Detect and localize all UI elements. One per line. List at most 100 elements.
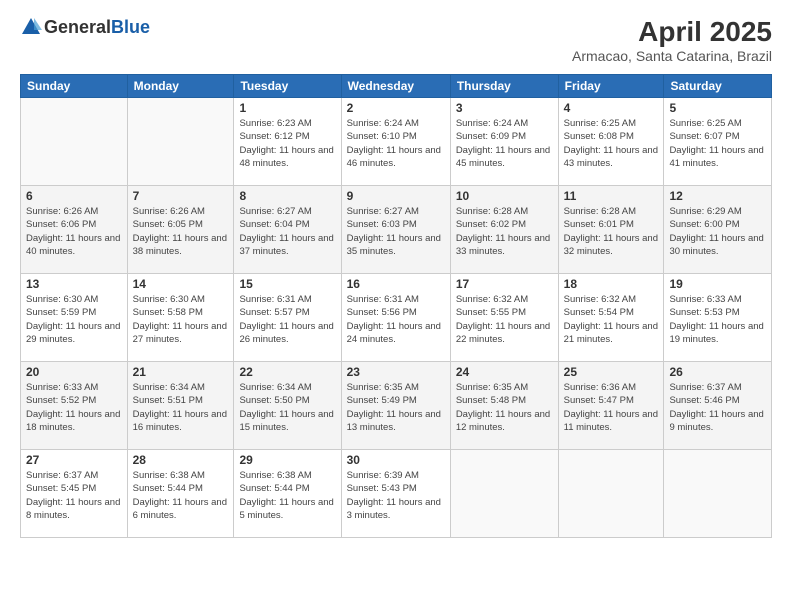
table-row: 15 Sunrise: 6:31 AM Sunset: 5:57 PM Dayli…	[234, 274, 341, 362]
day-info: Sunrise: 6:27 AM Sunset: 6:03 PM Dayligh…	[347, 205, 445, 258]
table-row	[127, 98, 234, 186]
col-saturday: Saturday	[664, 75, 772, 98]
table-row	[450, 450, 558, 538]
calendar-header-row: Sunday Monday Tuesday Wednesday Thursday…	[21, 75, 772, 98]
table-row: 12 Sunrise: 6:29 AM Sunset: 6:00 PM Dayli…	[664, 186, 772, 274]
table-row: 23Sunrise: 6:35 AM Sunset: 5:49 PM Dayli…	[341, 362, 450, 450]
table-row: 4Sunrise: 6:25 AM Sunset: 6:08 PM Daylig…	[558, 98, 664, 186]
day-number: 26	[669, 365, 766, 379]
day-number: 5	[669, 101, 766, 115]
logo-general: General	[44, 17, 111, 38]
table-row: 28 Sunrise: 6:38 AM Sunset: 5:44 PM Dayli…	[127, 450, 234, 538]
day-info: Sunrise: 6:38 AM Sunset: 5:44 PM Dayligh…	[239, 469, 335, 522]
day-info: Sunrise: 6:33 AM Sunset: 5:53 PM Dayligh…	[669, 293, 766, 346]
day-number: 30	[347, 453, 445, 467]
calendar-week-row: 13 Sunrise: 6:30 AM Sunset: 5:59 PM Dayli…	[21, 274, 772, 362]
header: GeneralBlue April 2025 Armacao, Santa Ca…	[20, 16, 772, 64]
calendar-week-row: 6 Sunrise: 6:26 AM Sunset: 6:06 PM Daylig…	[21, 186, 772, 274]
day-number: 7	[133, 189, 229, 203]
day-info: Sunrise: 6:28 AM Sunset: 6:02 PM Dayligh…	[456, 205, 553, 258]
calendar-week-row: 27 Sunrise: 6:37 AM Sunset: 5:45 PM Dayli…	[21, 450, 772, 538]
location: Armacao, Santa Catarina, Brazil	[572, 48, 772, 64]
day-info: Sunrise: 6:34 AM Sunset: 5:50 PM Dayligh…	[239, 381, 335, 434]
day-info: Sunrise: 6:31 AM Sunset: 5:56 PM Dayligh…	[347, 293, 445, 346]
day-number: 12	[669, 189, 766, 203]
col-friday: Friday	[558, 75, 664, 98]
day-number: 24	[456, 365, 553, 379]
col-wednesday: Wednesday	[341, 75, 450, 98]
day-info: Sunrise: 6:34 AM Sunset: 5:51 PM Dayligh…	[133, 381, 229, 434]
table-row: 20Sunrise: 6:33 AM Sunset: 5:52 PM Dayli…	[21, 362, 128, 450]
day-number: 18	[564, 277, 659, 291]
col-monday: Monday	[127, 75, 234, 98]
day-number: 10	[456, 189, 553, 203]
day-info: Sunrise: 6:24 AM Sunset: 6:10 PM Dayligh…	[347, 117, 445, 170]
table-row: 25 Sunrise: 6:36 AM Sunset: 5:47 PM Dayli…	[558, 362, 664, 450]
calendar-week-row: 1 Sunrise: 6:23 AM Sunset: 6:12 PM Daylig…	[21, 98, 772, 186]
table-row	[21, 98, 128, 186]
day-number: 1	[239, 101, 335, 115]
table-row: 21 Sunrise: 6:34 AM Sunset: 5:51 PM Dayli…	[127, 362, 234, 450]
day-info: Sunrise: 6:31 AM Sunset: 5:57 PM Dayligh…	[239, 293, 335, 346]
table-row: 14 Sunrise: 6:30 AM Sunset: 5:58 PM Dayli…	[127, 274, 234, 362]
table-row: 3 Sunrise: 6:24 AM Sunset: 6:09 PM Daylig…	[450, 98, 558, 186]
day-info: Sunrise: 6:30 AM Sunset: 5:59 PM Dayligh…	[26, 293, 122, 346]
day-number: 27	[26, 453, 122, 467]
table-row: 11 Sunrise: 6:28 AM Sunset: 6:01 PM Dayli…	[558, 186, 664, 274]
day-info: Sunrise: 6:26 AM Sunset: 6:06 PM Dayligh…	[26, 205, 122, 258]
day-info: Sunrise: 6:32 AM Sunset: 5:54 PM Dayligh…	[564, 293, 659, 346]
day-number: 17	[456, 277, 553, 291]
table-row: 16 Sunrise: 6:31 AM Sunset: 5:56 PM Dayli…	[341, 274, 450, 362]
table-row: 8Sunrise: 6:27 AM Sunset: 6:04 PM Daylig…	[234, 186, 341, 274]
day-number: 3	[456, 101, 553, 115]
calendar: Sunday Monday Tuesday Wednesday Thursday…	[20, 74, 772, 538]
day-number: 13	[26, 277, 122, 291]
day-info: Sunrise: 6:35 AM Sunset: 5:49 PM Dayligh…	[347, 381, 445, 434]
col-thursday: Thursday	[450, 75, 558, 98]
table-row	[664, 450, 772, 538]
logo: GeneralBlue	[20, 16, 150, 38]
table-row: 6 Sunrise: 6:26 AM Sunset: 6:06 PM Daylig…	[21, 186, 128, 274]
day-number: 6	[26, 189, 122, 203]
table-row: 5 Sunrise: 6:25 AM Sunset: 6:07 PM Daylig…	[664, 98, 772, 186]
day-number: 22	[239, 365, 335, 379]
calendar-week-row: 20Sunrise: 6:33 AM Sunset: 5:52 PM Dayli…	[21, 362, 772, 450]
day-number: 2	[347, 101, 445, 115]
day-info: Sunrise: 6:37 AM Sunset: 5:45 PM Dayligh…	[26, 469, 122, 522]
title-block: April 2025 Armacao, Santa Catarina, Braz…	[572, 16, 772, 64]
day-number: 14	[133, 277, 229, 291]
table-row: 26Sunrise: 6:37 AM Sunset: 5:46 PM Dayli…	[664, 362, 772, 450]
table-row: 29 Sunrise: 6:38 AM Sunset: 5:44 PM Dayli…	[234, 450, 341, 538]
table-row: 19 Sunrise: 6:33 AM Sunset: 5:53 PM Dayli…	[664, 274, 772, 362]
table-row: 13 Sunrise: 6:30 AM Sunset: 5:59 PM Dayli…	[21, 274, 128, 362]
day-info: Sunrise: 6:33 AM Sunset: 5:52 PM Dayligh…	[26, 381, 122, 434]
day-info: Sunrise: 6:25 AM Sunset: 6:07 PM Dayligh…	[669, 117, 766, 170]
col-sunday: Sunday	[21, 75, 128, 98]
day-info: Sunrise: 6:36 AM Sunset: 5:47 PM Dayligh…	[564, 381, 659, 434]
day-number: 8	[239, 189, 335, 203]
day-info: Sunrise: 6:38 AM Sunset: 5:44 PM Dayligh…	[133, 469, 229, 522]
day-number: 28	[133, 453, 229, 467]
day-info: Sunrise: 6:28 AM Sunset: 6:01 PM Dayligh…	[564, 205, 659, 258]
day-info: Sunrise: 6:24 AM Sunset: 6:09 PM Dayligh…	[456, 117, 553, 170]
table-row: 9Sunrise: 6:27 AM Sunset: 6:03 PM Daylig…	[341, 186, 450, 274]
day-info: Sunrise: 6:30 AM Sunset: 5:58 PM Dayligh…	[133, 293, 229, 346]
day-number: 21	[133, 365, 229, 379]
table-row: 18 Sunrise: 6:32 AM Sunset: 5:54 PM Dayli…	[558, 274, 664, 362]
table-row	[558, 450, 664, 538]
day-info: Sunrise: 6:29 AM Sunset: 6:00 PM Dayligh…	[669, 205, 766, 258]
day-info: Sunrise: 6:39 AM Sunset: 5:43 PM Dayligh…	[347, 469, 445, 522]
month-year: April 2025	[572, 16, 772, 48]
day-number: 25	[564, 365, 659, 379]
day-number: 15	[239, 277, 335, 291]
day-number: 11	[564, 189, 659, 203]
day-info: Sunrise: 6:26 AM Sunset: 6:05 PM Dayligh…	[133, 205, 229, 258]
table-row: 17Sunrise: 6:32 AM Sunset: 5:55 PM Dayli…	[450, 274, 558, 362]
day-number: 19	[669, 277, 766, 291]
logo-icon	[20, 16, 42, 38]
table-row: 22 Sunrise: 6:34 AM Sunset: 5:50 PM Dayli…	[234, 362, 341, 450]
day-info: Sunrise: 6:23 AM Sunset: 6:12 PM Dayligh…	[239, 117, 335, 170]
day-number: 29	[239, 453, 335, 467]
day-number: 16	[347, 277, 445, 291]
table-row: 10 Sunrise: 6:28 AM Sunset: 6:02 PM Dayli…	[450, 186, 558, 274]
